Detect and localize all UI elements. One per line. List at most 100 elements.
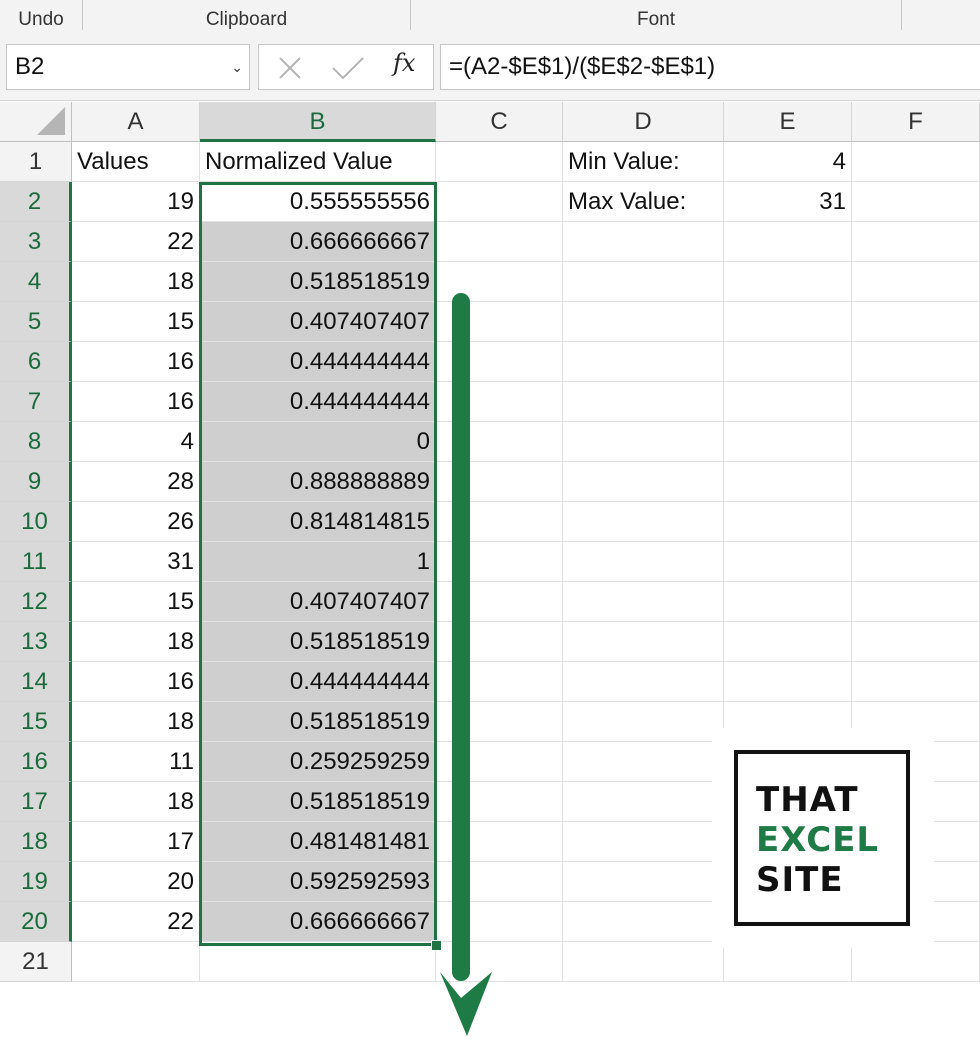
- cell-e21[interactable]: [724, 942, 852, 982]
- cell-f13[interactable]: [852, 622, 980, 662]
- cell-f2[interactable]: [852, 182, 980, 222]
- cell-e8[interactable]: [724, 422, 852, 462]
- cell-b11[interactable]: 1: [200, 542, 436, 582]
- cell-d16[interactable]: [563, 742, 724, 782]
- cell-f4[interactable]: [852, 262, 980, 302]
- cell-a5[interactable]: 15: [72, 302, 200, 342]
- cell-e6[interactable]: [724, 342, 852, 382]
- cell-b5[interactable]: 0.407407407: [200, 302, 436, 342]
- cell-f14[interactable]: [852, 662, 980, 702]
- cell-b19[interactable]: 0.592592593: [200, 862, 436, 902]
- row-header-9[interactable]: 9: [0, 462, 72, 502]
- cell-f7[interactable]: [852, 382, 980, 422]
- cell-f8[interactable]: [852, 422, 980, 462]
- cell-b17[interactable]: 0.518518519: [200, 782, 436, 822]
- row-header-19[interactable]: 19: [0, 862, 72, 902]
- cell-f11[interactable]: [852, 542, 980, 582]
- cell-f9[interactable]: [852, 462, 980, 502]
- cell-e12[interactable]: [724, 582, 852, 622]
- row-header-20[interactable]: 20: [0, 902, 72, 942]
- row-header-15[interactable]: 15: [0, 702, 72, 742]
- cell-e3[interactable]: [724, 222, 852, 262]
- row-header-13[interactable]: 13: [0, 622, 72, 662]
- cell-b4[interactable]: 0.518518519: [200, 262, 436, 302]
- cell-e14[interactable]: [724, 662, 852, 702]
- cell-b16[interactable]: 0.259259259: [200, 742, 436, 782]
- cell-a15[interactable]: 18: [72, 702, 200, 742]
- cell-f5[interactable]: [852, 302, 980, 342]
- cell-f10[interactable]: [852, 502, 980, 542]
- cell-d10[interactable]: [563, 502, 724, 542]
- row-header-18[interactable]: 18: [0, 822, 72, 862]
- cell-b2[interactable]: 0.555555556: [200, 182, 436, 222]
- cell-a17[interactable]: 18: [72, 782, 200, 822]
- chevron-down-icon[interactable]: ⌄: [231, 45, 243, 89]
- cell-b14[interactable]: 0.444444444: [200, 662, 436, 702]
- cell-a18[interactable]: 17: [72, 822, 200, 862]
- row-header-14[interactable]: 14: [0, 662, 72, 702]
- cell-a1[interactable]: Values: [72, 142, 200, 182]
- cell-d14[interactable]: [563, 662, 724, 702]
- cell-b6[interactable]: 0.444444444: [200, 342, 436, 382]
- cell-a13[interactable]: 18: [72, 622, 200, 662]
- cell-d1[interactable]: Min Value:: [563, 142, 724, 182]
- cell-b10[interactable]: 0.814814815: [200, 502, 436, 542]
- formula-input[interactable]: =(A2-$E$1)/($E$2-$E$1): [440, 44, 980, 90]
- cell-b7[interactable]: 0.444444444: [200, 382, 436, 422]
- cell-a12[interactable]: 15: [72, 582, 200, 622]
- row-header-7[interactable]: 7: [0, 382, 72, 422]
- cell-d18[interactable]: [563, 822, 724, 862]
- cell-a10[interactable]: 26: [72, 502, 200, 542]
- column-header-f[interactable]: F: [852, 102, 980, 142]
- cell-d3[interactable]: [563, 222, 724, 262]
- cell-f3[interactable]: [852, 222, 980, 262]
- cell-b13[interactable]: 0.518518519: [200, 622, 436, 662]
- cell-a3[interactable]: 22: [72, 222, 200, 262]
- cell-a19[interactable]: 20: [72, 862, 200, 902]
- row-header-3[interactable]: 3: [0, 222, 72, 262]
- cell-b9[interactable]: 0.888888889: [200, 462, 436, 502]
- row-header-12[interactable]: 12: [0, 582, 72, 622]
- cell-d4[interactable]: [563, 262, 724, 302]
- cell-d8[interactable]: [563, 422, 724, 462]
- cell-a11[interactable]: 31: [72, 542, 200, 582]
- cell-a4[interactable]: 18: [72, 262, 200, 302]
- name-box[interactable]: B2 ⌄: [6, 44, 250, 90]
- cell-d2[interactable]: Max Value:: [563, 182, 724, 222]
- cell-d7[interactable]: [563, 382, 724, 422]
- row-header-8[interactable]: 8: [0, 422, 72, 462]
- cell-b1[interactable]: Normalized Value: [200, 142, 436, 182]
- cell-e7[interactable]: [724, 382, 852, 422]
- cell-c2[interactable]: [436, 182, 563, 222]
- cell-e4[interactable]: [724, 262, 852, 302]
- cell-d19[interactable]: [563, 862, 724, 902]
- enter-check-icon[interactable]: [331, 55, 365, 86]
- row-header-2[interactable]: 2: [0, 182, 72, 222]
- cell-d6[interactable]: [563, 342, 724, 382]
- column-header-e[interactable]: E: [724, 102, 852, 142]
- cell-e1[interactable]: 4: [724, 142, 852, 182]
- cell-e9[interactable]: [724, 462, 852, 502]
- cell-b21[interactable]: [200, 942, 436, 982]
- cell-a14[interactable]: 16: [72, 662, 200, 702]
- cell-d11[interactable]: [563, 542, 724, 582]
- row-header-10[interactable]: 10: [0, 502, 72, 542]
- cell-b18[interactable]: 0.481481481: [200, 822, 436, 862]
- cell-b15[interactable]: 0.518518519: [200, 702, 436, 742]
- cell-b8[interactable]: 0: [200, 422, 436, 462]
- cell-b3[interactable]: 0.666666667: [200, 222, 436, 262]
- cell-e2[interactable]: 31: [724, 182, 852, 222]
- cancel-x-icon[interactable]: [277, 55, 303, 86]
- cell-a20[interactable]: 22: [72, 902, 200, 942]
- column-header-a[interactable]: A: [72, 102, 200, 142]
- cell-a8[interactable]: 4: [72, 422, 200, 462]
- row-header-21[interactable]: 21: [0, 942, 72, 982]
- cell-c3[interactable]: [436, 222, 563, 262]
- row-header-4[interactable]: 4: [0, 262, 72, 302]
- cell-d21[interactable]: [563, 942, 724, 982]
- cell-d15[interactable]: [563, 702, 724, 742]
- cell-a7[interactable]: 16: [72, 382, 200, 422]
- cell-f6[interactable]: [852, 342, 980, 382]
- cell-b20[interactable]: 0.666666667: [200, 902, 436, 942]
- cell-b12[interactable]: 0.407407407: [200, 582, 436, 622]
